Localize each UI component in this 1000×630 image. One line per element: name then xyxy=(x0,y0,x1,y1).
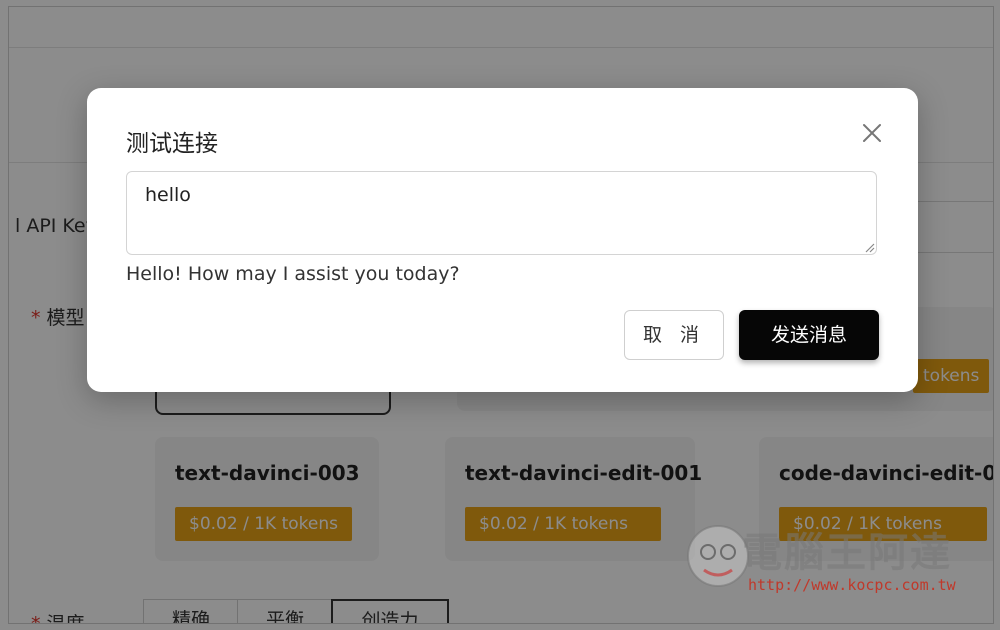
dialog-title: 测试连接 xyxy=(126,131,218,157)
test-connection-dialog: 测试连接 hello Hello! How may I assist you t… xyxy=(87,88,918,392)
watermark-brand: 電腦王阿達 xyxy=(742,530,952,576)
cancel-button[interactable]: 取 消 xyxy=(624,310,724,360)
message-input[interactable]: hello xyxy=(126,171,877,255)
reply-text: Hello! How may I assist you today? xyxy=(126,263,460,285)
watermark-url: http://www.kocpc.com.tw xyxy=(748,576,956,594)
close-icon[interactable] xyxy=(857,118,887,148)
send-message-button[interactable]: 发送消息 xyxy=(739,310,879,360)
